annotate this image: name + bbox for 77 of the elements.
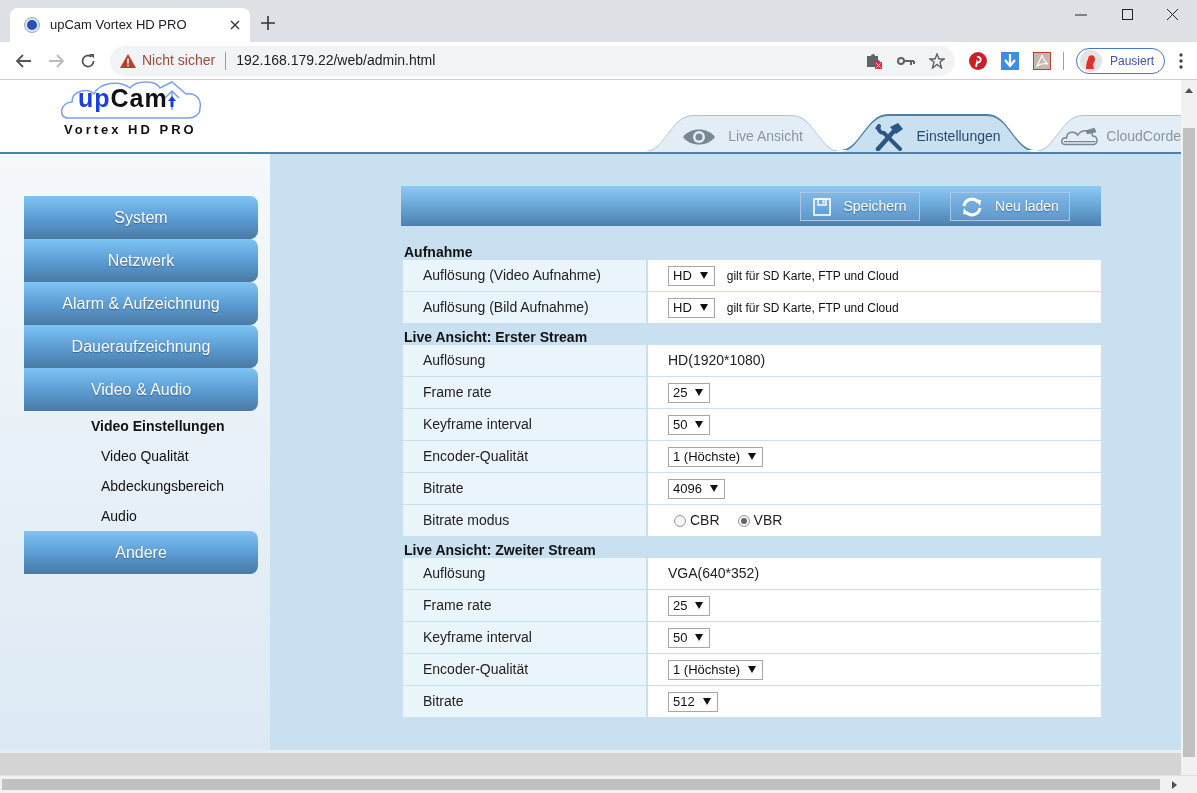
dropdown[interactable]: 50 [668,627,711,648]
sidebar-subitem[interactable]: Abdeckungsbereich [24,471,270,501]
caret-icon [748,453,757,460]
radio-button[interactable] [737,514,750,527]
logo-model-text: Vortex HD PRO [64,121,197,139]
field-label: Frame rate [403,377,646,408]
section-title: Live Ansicht: Erster Stream [403,328,589,345]
address-bar[interactable]: Nicht sicher 192.168.179.22/web/admin.html [110,45,955,76]
close-window-icon[interactable] [1167,9,1178,20]
caret-icon [695,634,704,641]
radio-button[interactable] [674,514,686,527]
extension-blocked-icon[interactable] [865,51,883,70]
caret-icon [748,666,757,673]
field-label: Encoder-Qualität [403,441,646,472]
caret-icon [699,272,708,279]
favicon-icon [24,17,40,33]
field-value: VGA(640*352) [668,564,760,583]
field-label: Encoder-Qualität [403,654,646,685]
hint-text: gilt für SD Karte, FTP und Cloud [726,299,899,317]
new-tab-icon[interactable] [261,16,275,30]
reload-icon [961,196,984,217]
caret-icon [695,602,704,609]
field-label: Auflösung (Bild Aufnahme) [403,292,646,323]
profile-button[interactable]: Pausiert [1076,47,1166,74]
field-label: Bitrate [403,473,646,504]
menu-icon[interactable] [1179,52,1184,69]
dropdown[interactable]: 1 (Höchste) [668,446,764,467]
sidebar-subitem[interactable]: Video Einstellungen [24,411,270,441]
close-tab-icon[interactable] [230,20,240,30]
sidebar-subitem[interactable]: Audio [24,501,270,531]
hint-text: gilt für SD Karte, FTP und Cloud [726,267,899,285]
caret-icon [695,389,704,396]
dropdown[interactable]: 50 [668,414,711,435]
sidebar-subitem[interactable]: Video Qualität [24,441,270,471]
dropdown[interactable]: HD [668,297,715,318]
star-icon[interactable] [929,52,945,69]
dropdown[interactable]: 25 [668,595,711,616]
pdf-icon[interactable] [1033,51,1051,70]
maximize-icon[interactable] [1122,9,1133,20]
back-icon[interactable] [16,53,32,68]
field-label: Bitrate modus [403,505,646,536]
field-label: Auflösung (Video Aufnahme) [403,260,646,291]
download-icon[interactable] [1001,51,1019,70]
scrollbar-thumb[interactable] [2,779,1160,790]
field-label: Frame rate [403,590,646,621]
dropdown[interactable]: 25 [668,382,711,403]
field-label: Auflösung [403,345,646,376]
warning-icon [120,53,136,68]
security-label: Nicht sicher [142,51,216,70]
dropdown[interactable]: 4096 [668,478,725,499]
scroll-right-icon[interactable] [1172,781,1177,789]
field-label: Auflösung [403,558,646,589]
dropdown[interactable]: HD [668,265,715,286]
section-title: Live Ansicht: Zweiter Stream [403,541,597,558]
scroll-up-icon[interactable] [1185,88,1193,93]
caret-icon [702,698,711,705]
section-title: Aufnahme [403,243,474,260]
caret-icon [709,485,718,492]
field-label: Bitrate [403,686,646,717]
tools-icon [874,122,905,151]
field-label: Keyframe interval [403,622,646,653]
radio-label: VBR [753,511,783,530]
reload-icon[interactable] [80,52,96,69]
key-icon[interactable] [897,55,915,66]
pinterest-icon[interactable] [969,51,987,70]
caret-icon [695,421,704,428]
url-text: 192.168.179.22/web/admin.html [236,51,436,70]
radio-label: CBR [690,511,720,530]
field-label: Keyframe interval [403,409,646,440]
dropdown[interactable]: 1 (Höchste) [668,659,764,680]
dropdown[interactable]: 512 [668,691,718,712]
scrollbar-thumb[interactable] [1183,128,1195,757]
field-value: HD(1920*1080) [668,351,766,370]
caret-icon [699,304,708,311]
avatar-icon [1080,49,1102,72]
logo-wordmark: upCam [78,86,168,111]
cloud-camera-icon [1061,126,1099,147]
